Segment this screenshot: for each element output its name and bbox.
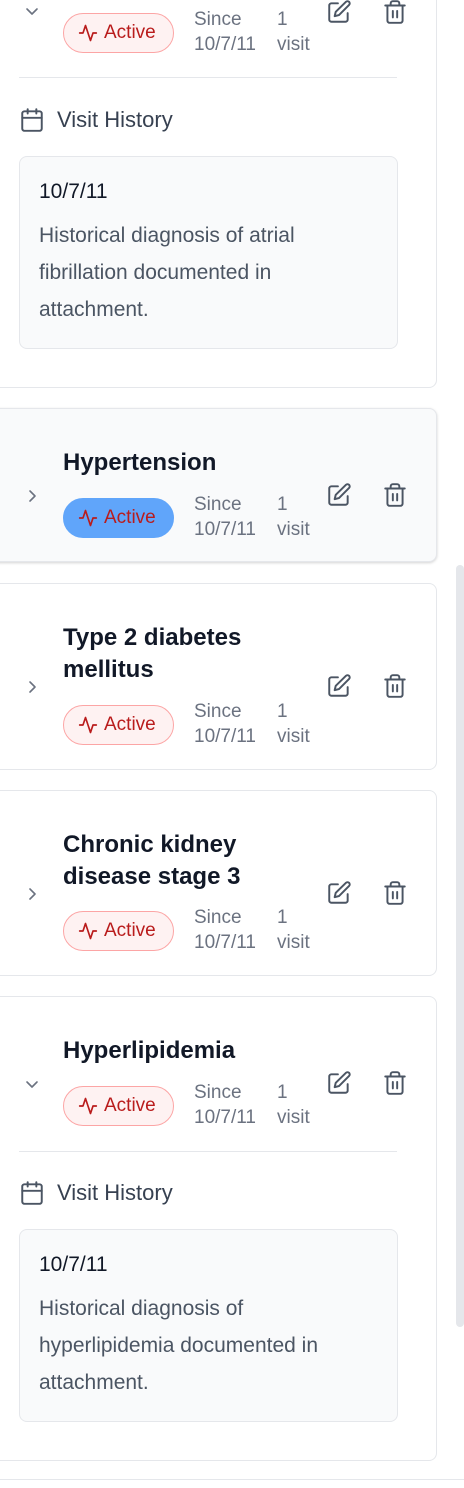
- trash-icon[interactable]: [382, 482, 410, 510]
- since-info: Since 10/7/11: [194, 492, 266, 542]
- status-label: Active: [104, 920, 156, 941]
- since-date: 10/7/11: [194, 34, 256, 55]
- visit-count-word: visit: [277, 34, 310, 55]
- calendar-icon: [19, 107, 45, 133]
- divider: [19, 1151, 397, 1152]
- visit-count-word: visit: [277, 932, 310, 953]
- condition-name: Hyperlipidemia: [63, 1037, 236, 1064]
- trash-icon[interactable]: [382, 673, 410, 701]
- activity-icon: [78, 1096, 98, 1116]
- status-badge: Active: [63, 13, 174, 53]
- visit-history-header: Visit History: [19, 1180, 173, 1206]
- edit-icon[interactable]: [326, 0, 354, 27]
- trash-icon[interactable]: [382, 0, 410, 27]
- status-label: Active: [104, 714, 156, 735]
- chevron-down-icon[interactable]: [22, 1074, 42, 1094]
- since-label: Since: [194, 907, 242, 928]
- visit-count: 1 visit: [277, 699, 327, 749]
- visit-entry: 10/7/11 Historical diagnosis of atrial f…: [19, 156, 398, 349]
- chevron-right-icon[interactable]: [22, 884, 42, 904]
- status-label: Active: [104, 1095, 156, 1116]
- visit-count-word: visit: [277, 1107, 310, 1128]
- visit-count-number: 1: [277, 9, 288, 30]
- visit-count-word: visit: [277, 519, 310, 540]
- divider: [19, 77, 397, 78]
- visit-date: 10/7/11: [39, 1253, 108, 1276]
- since-label: Since: [194, 494, 242, 515]
- visit-count-number: 1: [277, 701, 288, 722]
- visit-count-number: 1: [277, 1082, 288, 1103]
- edit-icon[interactable]: [326, 673, 354, 701]
- activity-icon: [78, 921, 98, 941]
- status-badge: Active: [63, 498, 174, 538]
- since-info: Since 10/7/11: [194, 7, 266, 57]
- trash-icon[interactable]: [382, 880, 410, 908]
- edit-icon[interactable]: [326, 482, 354, 510]
- condition-card-atrial-fibrillation: Active Since 10/7/11 1 visit Visit Histo…: [0, 0, 437, 388]
- chevron-down-icon[interactable]: [22, 1, 42, 21]
- visit-count-number: 1: [277, 494, 288, 515]
- visit-entry: 10/7/11 Historical diagnosis of hyperlip…: [19, 1229, 398, 1422]
- condition-card-hypertension[interactable]: Hypertension Active Since 10/7/11 1 visi…: [0, 408, 437, 562]
- visit-date: 10/7/11: [39, 180, 108, 203]
- visit-history-label: Visit History: [57, 107, 173, 132]
- scrollbar[interactable]: [456, 565, 464, 1327]
- edit-icon[interactable]: [326, 1070, 354, 1098]
- visit-count-word: visit: [277, 726, 310, 747]
- calendar-icon: [19, 1180, 45, 1206]
- activity-icon: [78, 23, 98, 43]
- condition-name: Type 2 diabetes mellitus: [63, 624, 242, 683]
- since-label: Since: [194, 701, 242, 722]
- since-label: Since: [194, 9, 242, 30]
- visit-history-header: Visit History: [19, 107, 173, 133]
- status-badge: Active: [63, 1086, 174, 1126]
- since-info: Since 10/7/11: [194, 699, 266, 749]
- edit-icon[interactable]: [326, 880, 354, 908]
- activity-icon: [78, 508, 98, 528]
- visit-note: Historical diagnosis of hyperlipidemia d…: [39, 1297, 318, 1394]
- chevron-right-icon[interactable]: [22, 486, 42, 506]
- chevron-right-icon[interactable]: [22, 677, 42, 697]
- visit-count: 1 visit: [277, 7, 327, 57]
- activity-icon: [78, 715, 98, 735]
- trash-icon[interactable]: [382, 1070, 410, 1098]
- since-date: 10/7/11: [194, 519, 256, 540]
- visit-count-number: 1: [277, 907, 288, 928]
- divider: [0, 1479, 464, 1480]
- since-date: 10/7/11: [194, 1107, 256, 1128]
- visit-count: 1 visit: [277, 492, 327, 542]
- status-label: Active: [104, 22, 156, 43]
- since-info: Since 10/7/11: [194, 905, 266, 955]
- status-badge: Active: [63, 705, 174, 745]
- since-info: Since 10/7/11: [194, 1080, 266, 1130]
- conditions-list: Active Since 10/7/11 1 visit Visit Histo…: [0, 0, 464, 1488]
- status-label: Active: [104, 507, 156, 528]
- visit-note: Historical diagnosis of atrial fibrillat…: [39, 224, 295, 321]
- visit-history-label: Visit History: [57, 1180, 173, 1205]
- condition-card-ckd-stage-3[interactable]: Chronic kidney disease stage 3 Active Si…: [0, 790, 437, 976]
- visit-count: 1 visit: [277, 905, 327, 955]
- since-date: 10/7/11: [194, 932, 256, 953]
- since-date: 10/7/11: [194, 726, 256, 747]
- condition-card-type-2-diabetes[interactable]: Type 2 diabetes mellitus Active Since 10…: [0, 583, 437, 770]
- condition-name: Hypertension: [63, 449, 217, 476]
- status-badge: Active: [63, 911, 174, 951]
- condition-name: Chronic kidney disease stage 3: [63, 831, 241, 890]
- visit-count: 1 visit: [277, 1080, 327, 1130]
- condition-card-hyperlipidemia[interactable]: Hyperlipidemia Active Since 10/7/11 1 vi…: [0, 996, 437, 1461]
- since-label: Since: [194, 1082, 242, 1103]
